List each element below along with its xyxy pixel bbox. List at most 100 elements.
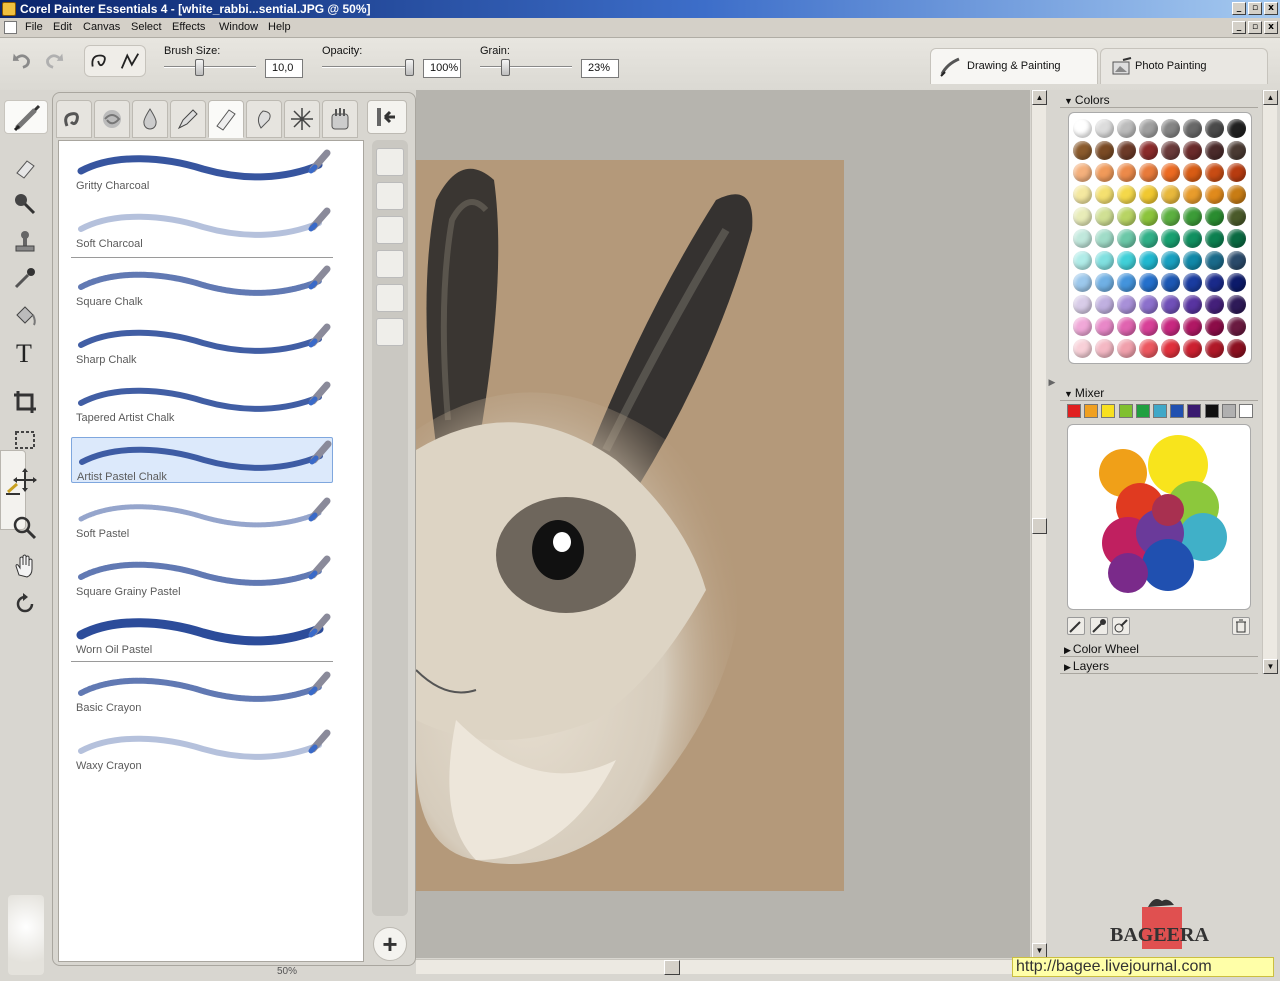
add-brush-button[interactable]: +: [373, 927, 407, 961]
color-swatch[interactable]: [1205, 229, 1224, 248]
color-swatch[interactable]: [1095, 251, 1114, 270]
color-swatch[interactable]: [1161, 119, 1180, 138]
scroll-down-arrow[interactable]: ▼: [1032, 943, 1047, 958]
freehand-stroke-button[interactable]: [86, 47, 114, 75]
color-swatch[interactable]: [1117, 119, 1136, 138]
eyedropper-tool[interactable]: [9, 262, 41, 294]
color-swatch[interactable]: [1183, 119, 1202, 138]
mixer-color-chip[interactable]: [1153, 404, 1167, 418]
color-swatch[interactable]: [1183, 163, 1202, 182]
color-swatch[interactable]: [1227, 141, 1246, 160]
color-swatch[interactable]: [1227, 229, 1246, 248]
recent-brush-3[interactable]: [376, 216, 404, 244]
category-spray[interactable]: [284, 100, 320, 138]
crop-tool[interactable]: [9, 386, 41, 418]
color-swatch[interactable]: [1073, 295, 1092, 314]
mixer-panel-header[interactable]: ▼ Mixer: [1060, 385, 1258, 401]
color-swatch[interactable]: [1161, 273, 1180, 292]
category-watercolor[interactable]: [132, 100, 168, 138]
canvas-horizontal-scrollbar[interactable]: [416, 959, 1030, 975]
panel-collapse-arrow[interactable]: ▶: [1046, 370, 1058, 394]
category-art-pen[interactable]: [322, 100, 358, 138]
color-swatch[interactable]: [1117, 207, 1136, 226]
color-swatch[interactable]: [1095, 295, 1114, 314]
brush-size-field[interactable]: 10,0: [265, 59, 303, 78]
color-swatch[interactable]: [1227, 295, 1246, 314]
brush-variant-item[interactable]: Basic Crayon: [71, 669, 333, 715]
menu-select[interactable]: Select: [131, 21, 162, 33]
color-swatch[interactable]: [1095, 119, 1114, 138]
color-swatch[interactable]: [1117, 339, 1136, 358]
text-tool[interactable]: T: [9, 336, 41, 368]
grain-field[interactable]: 23%: [581, 59, 619, 78]
color-swatch[interactable]: [1073, 229, 1092, 248]
color-swatch[interactable]: [1205, 141, 1224, 160]
color-swatch[interactable]: [1073, 317, 1092, 336]
color-swatch[interactable]: [1073, 185, 1092, 204]
brush-variant-item[interactable]: Sharp Chalk: [71, 321, 333, 367]
colors-panel-header[interactable]: ▼ Colors: [1060, 92, 1258, 108]
color-swatch[interactable]: [1205, 119, 1224, 138]
maximize-button[interactable]: ▫: [1248, 2, 1262, 15]
color-swatch[interactable]: [1139, 317, 1158, 336]
mixer-color-chip[interactable]: [1204, 404, 1219, 418]
color-swatch[interactable]: [1161, 141, 1180, 160]
brush-variant-item[interactable]: Soft Charcoal: [71, 205, 333, 251]
brush-variant-item[interactable]: Gritty Charcoal: [71, 147, 333, 193]
sample-multiple-button[interactable]: [1112, 617, 1130, 635]
color-swatch[interactable]: [1183, 185, 1202, 204]
opacity-slider-thumb[interactable]: [405, 59, 414, 76]
grain-slider-thumb[interactable]: [501, 59, 510, 76]
color-swatch[interactable]: [1139, 273, 1158, 292]
color-swatch[interactable]: [1117, 273, 1136, 292]
collapse-library-button[interactable]: [367, 100, 407, 134]
color-swatch[interactable]: [1117, 185, 1136, 204]
color-swatch[interactable]: [1073, 163, 1092, 182]
color-swatch[interactable]: [1161, 185, 1180, 204]
minimize-button[interactable]: _: [1232, 2, 1246, 15]
opacity-field[interactable]: 100%: [423, 59, 461, 78]
color-swatch[interactable]: [1073, 251, 1092, 270]
color-swatch[interactable]: [1183, 229, 1202, 248]
close-button[interactable]: x: [1264, 2, 1278, 15]
color-swatch[interactable]: [1139, 339, 1158, 358]
brush-variant-item[interactable]: Soft Pastel: [71, 495, 333, 541]
opacity-slider[interactable]: [322, 66, 414, 68]
color-swatch[interactable]: [1095, 207, 1114, 226]
panel-scroll-up[interactable]: ▲: [1263, 90, 1278, 105]
category-blenders[interactable]: [94, 100, 130, 138]
mixer-color-chip[interactable]: [1187, 404, 1202, 418]
brush-size-slider-thumb[interactable]: [195, 59, 204, 76]
color-swatch[interactable]: [1205, 207, 1224, 226]
color-swatch[interactable]: [1139, 163, 1158, 182]
magnifier-tool[interactable]: [9, 512, 41, 544]
color-swatch[interactable]: [1095, 141, 1114, 160]
mixer-dropper-button[interactable]: [1090, 617, 1108, 635]
dropper-magnifier-tool[interactable]: [9, 188, 41, 220]
menu-edit[interactable]: Edit: [53, 21, 72, 33]
layers-panel-header[interactable]: ▶ Layers: [1060, 658, 1258, 674]
color-swatch[interactable]: [1073, 207, 1092, 226]
category-pencils[interactable]: [170, 100, 206, 138]
color-swatch[interactable]: [1227, 207, 1246, 226]
straight-line-stroke-button[interactable]: [116, 47, 144, 75]
horizontal-scroll-thumb[interactable]: [664, 960, 680, 975]
color-swatch[interactable]: [1183, 251, 1202, 270]
grabber-tool[interactable]: [9, 550, 41, 582]
color-swatch[interactable]: [1161, 339, 1180, 358]
brush-variant-item[interactable]: Artist Pastel Chalk: [71, 437, 333, 483]
color-swatch[interactable]: [1117, 229, 1136, 248]
color-swatch[interactable]: [1095, 339, 1114, 358]
color-swatch[interactable]: [1095, 273, 1114, 292]
color-swatch[interactable]: [1139, 251, 1158, 270]
color-swatch[interactable]: [1073, 273, 1092, 292]
undo-button[interactable]: [8, 46, 36, 74]
mixer-color-chip[interactable]: [1135, 404, 1150, 418]
brush-variant-item[interactable]: Worn Oil Pastel: [71, 611, 333, 657]
color-swatch[interactable]: [1183, 141, 1202, 160]
menu-effects[interactable]: Effects: [172, 21, 205, 33]
menu-file[interactable]: File: [25, 21, 43, 33]
brush-variant-item[interactable]: Tapered Artist Chalk: [71, 379, 333, 425]
color-swatch[interactable]: [1227, 317, 1246, 336]
tab-drawing-painting[interactable]: Drawing & Painting: [930, 48, 1098, 84]
